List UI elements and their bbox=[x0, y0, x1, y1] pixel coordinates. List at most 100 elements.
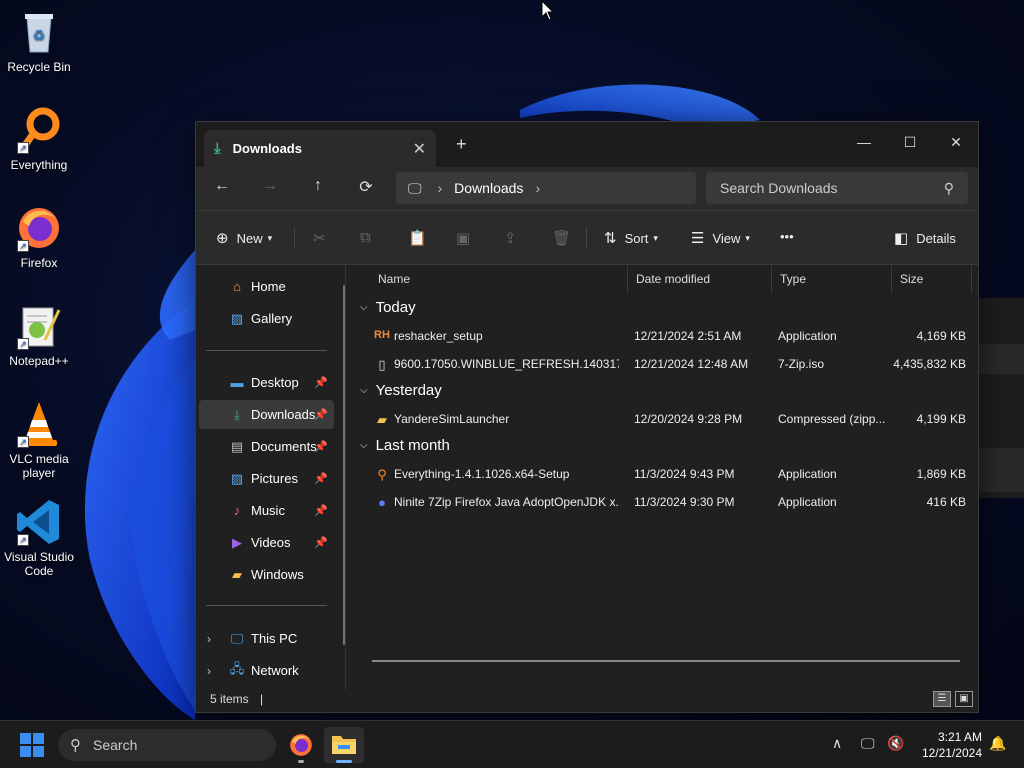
sidebar-scrollbar[interactable] bbox=[343, 285, 345, 645]
desktop-icon-notepad-plus-plus[interactable]: ↗ Notepad++ bbox=[0, 302, 78, 368]
sort-icon: ⇅ bbox=[604, 230, 617, 247]
group-header-yesterday[interactable]: ⌵ Yesterday bbox=[360, 382, 442, 399]
start-button[interactable] bbox=[20, 733, 44, 757]
folder-icon: ▰ bbox=[232, 566, 242, 582]
group-label: Yesterday bbox=[375, 382, 442, 399]
details-view-icon[interactable]: ☰ bbox=[933, 691, 951, 707]
close-tab-icon[interactable]: ✕ bbox=[413, 139, 426, 159]
breadcrumb-downloads[interactable]: Downloads bbox=[454, 180, 523, 196]
maximize-button[interactable]: ☐ bbox=[887, 128, 933, 158]
sidebar-item-windows[interactable]: ▰ Windows bbox=[199, 560, 334, 589]
sort-button[interactable]: ⇅ Sort ▾ bbox=[604, 229, 658, 247]
file-explorer-window[interactable]: ⤓ Downloads ✕ + — ☐ ✕ ← → ↑ ⟳ 🖵 › Downlo… bbox=[195, 121, 979, 713]
details-pane-button[interactable]: ◧ Details bbox=[894, 229, 956, 247]
desktop-icon-everything[interactable]: ↗ Everything bbox=[0, 106, 78, 172]
rename-icon[interactable]: ▣ bbox=[456, 229, 470, 247]
sidebar-item-downloads[interactable]: ⤓ Downloads 📌 bbox=[199, 400, 334, 429]
desktop-icon-vlc[interactable]: ↗ VLC media player bbox=[0, 400, 78, 480]
column-header-date-modified[interactable]: Date modified bbox=[628, 265, 772, 293]
up-arrow-icon[interactable]: ↑ bbox=[306, 177, 330, 201]
table-row[interactable]: ▰ YandereSimLauncher 12/20/2024 9:28 PM … bbox=[356, 406, 966, 432]
delete-icon[interactable]: 🗑 bbox=[552, 229, 571, 247]
file-date: 11/3/2024 9:30 PM bbox=[634, 495, 735, 509]
pin-icon[interactable]: 📌 bbox=[314, 408, 328, 421]
more-options-icon[interactable]: ••• bbox=[780, 229, 794, 244]
pin-icon[interactable]: 📌 bbox=[314, 376, 328, 389]
taskbar-search-label: Search bbox=[93, 737, 138, 753]
close-window-button[interactable]: ✕ bbox=[933, 128, 979, 158]
expand-chevron-icon[interactable]: › bbox=[207, 664, 211, 678]
search-box[interactable]: Search Downloads ⚲ bbox=[706, 172, 968, 204]
tab-downloads[interactable]: ⤓ Downloads ✕ bbox=[204, 130, 436, 167]
share-icon[interactable]: ⇪ bbox=[504, 229, 517, 247]
volume-muted-icon[interactable]: 🔇 bbox=[887, 735, 904, 752]
horizontal-scrollbar[interactable] bbox=[372, 660, 960, 662]
breadcrumb-chevron-icon[interactable]: › bbox=[438, 180, 443, 196]
pin-icon[interactable]: 📌 bbox=[314, 472, 328, 485]
table-row[interactable]: ● Ninite 7Zip Firefox Java AdoptOpenJDK … bbox=[356, 489, 966, 515]
sidebar-item-pictures[interactable]: ▨ Pictures 📌 bbox=[199, 464, 334, 493]
sidebar-item-label: Music bbox=[251, 503, 285, 518]
taskbar-app-firefox[interactable] bbox=[281, 727, 321, 763]
mouse-cursor-icon bbox=[541, 0, 555, 21]
copy-icon[interactable]: ⧉ bbox=[360, 229, 371, 246]
system-clock[interactable]: 3:21 AM 12/21/2024 bbox=[922, 729, 982, 761]
sidebar-item-home[interactable]: ⌂ Home bbox=[199, 272, 334, 301]
desktop-icon-vscode[interactable]: ↗ Visual Studio Code bbox=[0, 498, 78, 578]
new-button[interactable]: ⊕ New ▾ bbox=[216, 229, 272, 247]
monitor-icon: 🖵 bbox=[408, 179, 422, 196]
sidebar-item-videos[interactable]: ▶ Videos 📌 bbox=[199, 528, 334, 557]
group-header-last-month[interactable]: ⌵ Last month bbox=[360, 437, 450, 454]
search-placeholder: Search Downloads bbox=[720, 180, 838, 196]
column-header-name[interactable]: Name bbox=[370, 265, 628, 293]
paste-icon[interactable]: 📋 bbox=[408, 229, 427, 247]
refresh-icon[interactable]: ⟳ bbox=[354, 177, 378, 201]
sidebar-item-documents[interactable]: ▤ Documents 📌 bbox=[199, 432, 334, 461]
search-icon: ⚲ bbox=[70, 737, 81, 754]
forward-arrow-icon[interactable]: → bbox=[258, 177, 282, 201]
tiles-view-icon[interactable]: ▣ bbox=[955, 691, 973, 707]
sidebar-item-network[interactable]: › 🖧 Network bbox=[199, 656, 334, 685]
group-header-today[interactable]: ⌵ Today bbox=[360, 299, 416, 316]
column-header-size[interactable]: Size bbox=[892, 265, 972, 293]
sidebar-item-music[interactable]: ♪ Music 📌 bbox=[199, 496, 334, 525]
display-icon[interactable]: 🖵 bbox=[861, 735, 875, 752]
notification-bell-icon[interactable]: 🔔 bbox=[989, 735, 1006, 752]
zip-folder-icon: ▰ bbox=[377, 412, 387, 427]
new-tab-button[interactable]: + bbox=[456, 134, 467, 155]
column-header-type[interactable]: Type bbox=[772, 265, 892, 293]
sidebar-item-label: Pictures bbox=[251, 471, 298, 486]
desktop-icon-label: Everything bbox=[10, 158, 68, 172]
desktop-icon-firefox[interactable]: ↗ Firefox bbox=[0, 204, 78, 270]
back-arrow-icon[interactable]: ← bbox=[210, 177, 234, 201]
file-size: 416 KB bbox=[926, 495, 966, 509]
sidebar-item-gallery[interactable]: ▨ Gallery bbox=[199, 304, 334, 333]
table-row[interactable]: RH reshacker_setup 12/21/2024 2:51 AM Ap… bbox=[356, 323, 966, 349]
pin-icon[interactable]: 📌 bbox=[314, 536, 328, 549]
table-row[interactable]: ▯ 9600.17050.WINBLUE_REFRESH.140317-1...… bbox=[356, 351, 966, 377]
file-name: reshacker_setup bbox=[394, 329, 483, 343]
notepad-plus-plus-icon: ↗ bbox=[15, 302, 63, 350]
show-hidden-icons-chevron-icon[interactable]: ∧ bbox=[832, 735, 842, 752]
pin-icon[interactable]: 📌 bbox=[314, 440, 328, 453]
taskbar-app-file-explorer[interactable] bbox=[324, 727, 364, 763]
taskbar-search-box[interactable]: ⚲ Search bbox=[58, 729, 276, 761]
title-bar[interactable]: ⤓ Downloads ✕ + — ☐ ✕ bbox=[196, 122, 978, 167]
sidebar-item-desktop[interactable]: ▬ Desktop 📌 bbox=[199, 368, 334, 397]
clock-date: 12/21/2024 bbox=[921, 746, 982, 760]
expand-chevron-icon[interactable]: › bbox=[207, 632, 211, 646]
file-name: Everything-1.4.1.1026.x64-Setup bbox=[394, 467, 570, 481]
desktop-icon-recycle-bin[interactable]: ♻ Recycle Bin bbox=[0, 8, 78, 74]
file-type: Compressed (zipp... bbox=[778, 412, 886, 426]
ninite-icon: ● bbox=[378, 495, 386, 510]
sidebar-item-this-pc[interactable]: › 🖵 This PC bbox=[199, 624, 334, 653]
command-bar: ⊕ New ▾ ✂ ⧉ 📋 ▣ ⇪ 🗑 ⇅ Sort ▾ ☰ View ▾ ••… bbox=[196, 210, 978, 265]
address-bar[interactable]: 🖵 › Downloads › bbox=[396, 172, 696, 204]
table-row[interactable]: ⚲ Everything-1.4.1.1026.x64-Setup 11/3/2… bbox=[356, 461, 966, 487]
minimize-button[interactable]: — bbox=[841, 128, 887, 158]
breadcrumb-chevron-icon[interactable]: › bbox=[535, 180, 540, 196]
cut-icon[interactable]: ✂ bbox=[313, 229, 326, 247]
pin-icon[interactable]: 📌 bbox=[314, 504, 328, 517]
file-date: 12/21/2024 12:48 AM bbox=[634, 357, 749, 371]
view-button[interactable]: ☰ View ▾ bbox=[691, 229, 750, 247]
